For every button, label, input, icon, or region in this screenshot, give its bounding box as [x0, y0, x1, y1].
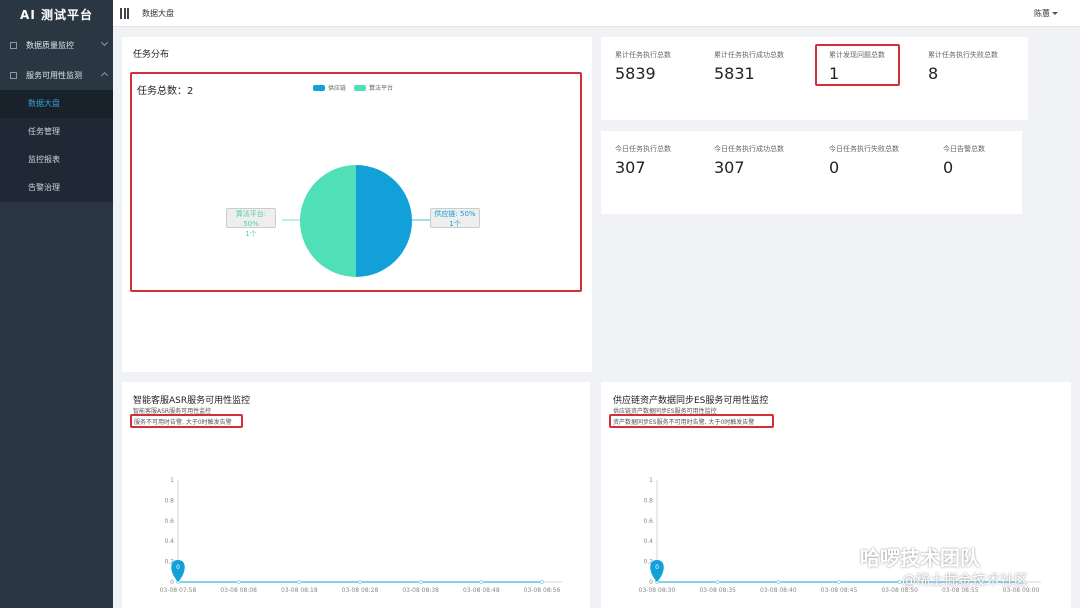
stat-today-exec: 今日任务执行总数 307 [615, 144, 671, 177]
data-point [297, 580, 302, 584]
menu-icon [10, 41, 17, 49]
stat-value: 0 [829, 158, 840, 177]
y-tick-label: 0 [649, 579, 653, 586]
legend-label: 供应链 [328, 85, 347, 92]
pie-chart [300, 165, 412, 277]
y-tick-label: 0.6 [643, 518, 653, 525]
pie-label-text: 算法平台: 50% [235, 210, 267, 228]
data-point [715, 580, 720, 584]
today-stats-panel: 今日任务执行总数 307 今日任务执行成功总数 307 今日任务执行失败总数 0… [601, 131, 1022, 214]
brand-logo: AI 测试平台 [20, 8, 93, 22]
x-tick-label: 03-08 08:38 [402, 587, 439, 594]
data-point [418, 580, 423, 584]
x-tick-label: 03-08 08:35 [699, 587, 736, 594]
x-tick-label: 03-08 08:45 [821, 587, 858, 594]
legend-item[interactable]: 供应链 [313, 83, 346, 92]
pie-leader-lines [282, 219, 430, 221]
stat-today-alerts: 今日告警总数 0 [943, 144, 985, 177]
menu-data-quality[interactable]: 数据质量监控 [0, 30, 113, 60]
marker-label: 0 [655, 564, 659, 571]
x-tick-label: 03-08 08:28 [342, 587, 379, 594]
caret-down-icon [1052, 12, 1058, 15]
stat-label: 今日任务执行成功总数 [714, 145, 784, 153]
panel-title: 任务分布 [133, 50, 170, 60]
menu-toggle-icon[interactable] [120, 8, 129, 19]
data-point [776, 580, 781, 584]
user-menu[interactable]: 陈蕙 [1034, 8, 1058, 19]
menu-label: 服务可用性监测 [26, 70, 82, 80]
data-point [236, 580, 241, 584]
user-name: 陈蕙 [1034, 9, 1050, 18]
menu-label: 数据质量监控 [26, 40, 74, 50]
stat-label: 累计任务执行失败总数 [928, 51, 998, 59]
submenu: 数据大盘 任务管理 监控报表 告警治理 [0, 90, 113, 202]
stat-label: 累计任务执行总数 [615, 51, 671, 59]
y-tick-label: 0.8 [643, 497, 653, 504]
sidebar-item-monitor-report[interactable]: 监控报表 [0, 146, 113, 174]
data-point [479, 580, 484, 584]
stat-label: 今日任务执行总数 [615, 145, 671, 153]
asr-line-chart: 00.20.40.60.8103-08 07:58 03-08 08:08 03-0… [160, 477, 562, 594]
highlight-box [609, 414, 774, 428]
y-tick-label: 0.4 [643, 538, 653, 545]
stat-total-success: 累计任务执行成功总数 5831 [714, 50, 784, 83]
x-tick-label: 03-08 08:30 [639, 587, 676, 594]
menu-service-availability[interactable]: 服务可用性监测 [0, 60, 113, 90]
sidebar-item-task-management[interactable]: 任务管理 [0, 118, 113, 146]
pie-legend: 供应链 算法平台 [313, 83, 401, 92]
top-header: 数据大盘 陈蕙 [113, 0, 1080, 27]
x-tick-label: 03-08 08:40 [760, 587, 797, 594]
watermark-title: 哈啰技术团队 [860, 546, 980, 570]
legend-item[interactable]: 算法平台 [354, 83, 393, 92]
stat-value: 307 [615, 158, 646, 177]
sidebar: AI 测试平台 数据质量监控 服务可用性监测 数据大盘 任务管理 监控报表 告警… [0, 0, 113, 608]
stat-value: 5839 [615, 64, 656, 83]
y-tick-label: 1 [170, 477, 174, 484]
y-tick-label: 1 [649, 477, 653, 484]
x-tick-label: 03-08 07:58 [160, 587, 197, 594]
stat-label: 今日告警总数 [943, 145, 985, 153]
watermark-subtitle: @稀土掘金技术社区 [902, 573, 1028, 589]
chevron-up-icon [100, 71, 109, 80]
chevron-down-icon [100, 38, 109, 47]
x-tick-label: 03-08 08:48 [463, 587, 500, 594]
data-point [358, 580, 362, 584]
task-total: 任务总数：2 [137, 86, 194, 97]
pie-label-left: 算法平台: 50% 1个 [226, 208, 276, 238]
stat-value: 8 [928, 64, 939, 83]
stat-total-failed: 累计任务执行失败总数 8 [928, 50, 998, 83]
data-point [897, 580, 902, 584]
data-point [837, 580, 841, 584]
y-tick-label: 0.8 [164, 497, 174, 504]
breadcrumb: 数据大盘 [142, 9, 174, 18]
menu-icon [10, 71, 17, 79]
stat-today-failed: 今日任务执行失败总数 0 [829, 144, 899, 177]
highlight-box [130, 414, 243, 428]
stat-label: 累计任务执行成功总数 [714, 51, 784, 59]
highlight-box [815, 44, 900, 86]
y-tick-label: 0 [170, 579, 174, 586]
legend-label: 算法平台 [369, 85, 394, 92]
pie-label-count: 1个 [245, 230, 257, 238]
stat-total-exec: 累计任务执行总数 5839 [615, 50, 671, 83]
sidebar-item-dashboard[interactable]: 数据大盘 [0, 90, 113, 118]
sidebar-item-alert-governance[interactable]: 告警治理 [0, 174, 113, 202]
x-tick-label: 03-08 08:56 [524, 587, 561, 594]
stat-value: 5831 [714, 64, 755, 83]
legend-swatch [354, 84, 367, 91]
marker-label: 0 [176, 564, 180, 571]
x-tick-label: 03-08 08:08 [220, 587, 257, 594]
legend-swatch [313, 84, 325, 91]
y-tick-label: 0.4 [164, 538, 174, 545]
chart-title: 供应链资产数据同步ES服务可用性监控 [613, 396, 769, 406]
chart-title: 智能客服ASR服务可用性监控 [133, 396, 251, 406]
data-point [540, 580, 544, 584]
x-tick-label: 03-08 08:18 [281, 587, 318, 594]
stat-value: 307 [714, 158, 745, 177]
y-tick-label: 0.6 [164, 518, 174, 525]
stat-value: 0 [943, 158, 954, 177]
stat-today-success: 今日任务执行成功总数 307 [714, 144, 784, 177]
stat-label: 今日任务执行失败总数 [829, 145, 899, 153]
